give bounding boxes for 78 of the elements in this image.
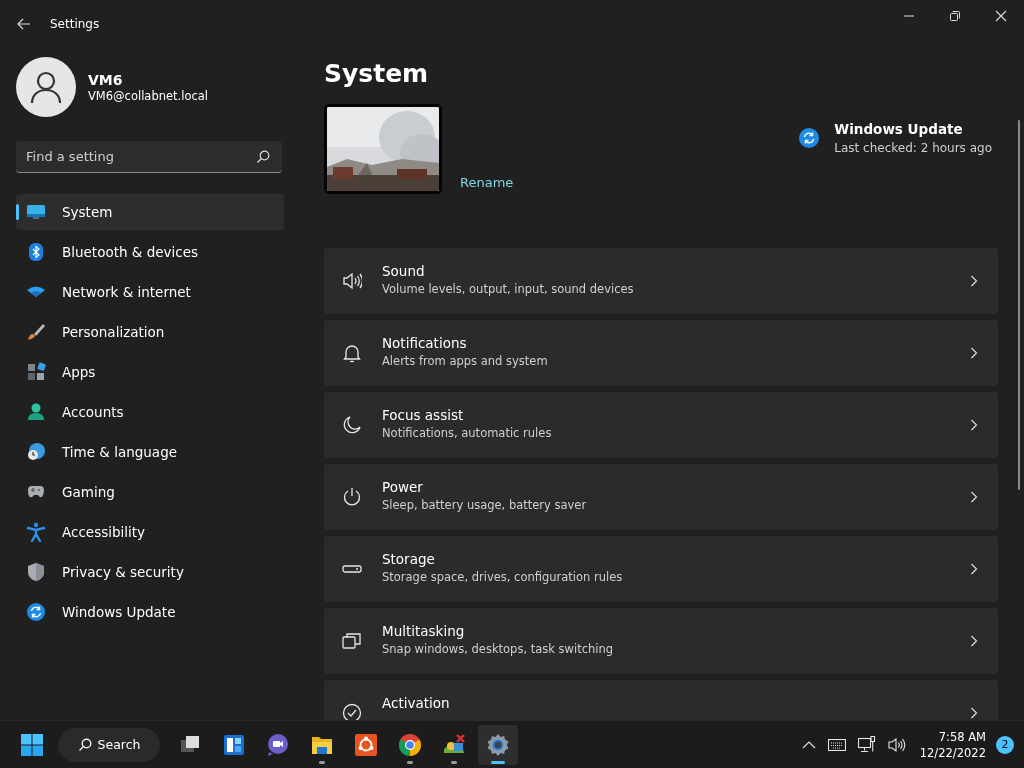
chevron-right-icon — [970, 275, 978, 287]
card-description: Sleep, battery usage, battery saver — [382, 498, 588, 512]
card-title: Multitasking — [382, 623, 466, 639]
brush-icon — [26, 322, 46, 342]
card-description: Volume levels, output, input, sound devices — [382, 282, 635, 296]
sync-icon — [26, 602, 46, 622]
card-title: Sound — [382, 263, 426, 279]
arrow-left-icon — [17, 18, 31, 30]
card-title: Storage — [382, 551, 436, 567]
close-icon — [995, 10, 1007, 22]
shield-icon — [26, 562, 46, 582]
search-field[interactable]: Find a setting — [16, 141, 282, 173]
chevron-right-icon — [970, 419, 978, 431]
bluetooth-icon — [26, 242, 46, 262]
sidebar-item[interactable]: Bluetooth & devices — [16, 234, 284, 270]
browser-icon — [398, 732, 422, 757]
card-description: Alerts from apps and system — [382, 354, 549, 368]
page-title: System — [324, 58, 430, 90]
sidebar-item[interactable]: Gaming — [16, 474, 284, 510]
rename-link[interactable]: Rename — [460, 175, 514, 190]
chevron-right-icon — [970, 707, 978, 719]
card-title: Power — [382, 479, 424, 495]
speaker-icon — [342, 271, 362, 291]
settings-card[interactable]: Activation — [324, 680, 998, 720]
restore-icon — [949, 10, 961, 22]
accessibility-icon — [26, 522, 46, 542]
sidebar-item[interactable]: Personalization — [16, 314, 284, 350]
sidebar-item[interactable]: Accessibility — [16, 514, 284, 550]
card-title: Activation — [382, 695, 451, 711]
settings-card[interactable]: Focus assist Notifications, automatic rules — [324, 392, 998, 458]
taskbar-search-button[interactable]: Search — [58, 727, 160, 762]
widgets-icon — [222, 732, 246, 757]
scrollbar[interactable] — [1018, 120, 1020, 490]
user-name: VM6 — [88, 71, 124, 88]
gear-icon — [486, 732, 510, 757]
search-icon — [256, 150, 270, 164]
window-title: Settings — [50, 17, 100, 31]
sidebar-item[interactable]: Privacy & security — [16, 554, 284, 590]
settings-card[interactable]: Notifications Alerts from apps and system — [324, 320, 998, 386]
update-title[interactable]: Windows Update — [834, 121, 992, 137]
taskbar-app-button[interactable] — [478, 724, 518, 765]
apps-icon — [26, 362, 46, 382]
person-icon — [26, 402, 46, 422]
sidebar-item[interactable]: Network & internet — [16, 274, 284, 310]
chevron-right-icon — [970, 563, 978, 575]
update-status: Last checked: 2 hours ago — [834, 141, 992, 155]
chevron-right-icon — [970, 491, 978, 503]
search-icon — [77, 737, 92, 752]
notification-badge[interactable]: 2 — [996, 735, 1014, 754]
sidebar-item[interactable]: System — [16, 194, 284, 230]
settings-card[interactable]: Multitasking Snap windows, desktops, task switching — [324, 608, 998, 674]
card-description: Notifications, automatic rules — [382, 426, 553, 440]
sidebar-item[interactable]: Time & language — [16, 434, 284, 470]
settings-card[interactable]: Storage Storage space, drives, configuration rules — [324, 536, 998, 602]
windows-logo-icon — [20, 732, 44, 757]
avatar — [16, 57, 76, 117]
card-title: Focus assist — [382, 407, 465, 423]
sync-icon — [798, 127, 821, 149]
clock[interactable]: 7:58 AM 12/22/2022 — [913, 728, 992, 761]
globe-clock-icon — [26, 442, 46, 462]
power-icon — [342, 487, 362, 507]
sidebar-item[interactable]: Windows Update — [16, 594, 284, 630]
windows-stack-icon — [342, 631, 362, 651]
bell-icon — [342, 343, 362, 363]
card-title: Notifications — [382, 335, 468, 351]
sidebar-item[interactable]: Apps — [16, 354, 284, 390]
sidebar-item[interactable]: Accounts — [16, 394, 284, 430]
chevron-right-icon — [970, 635, 978, 647]
monitor-icon — [26, 202, 46, 222]
card-description: Snap windows, desktops, task switching — [382, 642, 615, 656]
settings-card[interactable]: Sound Volume levels, output, input, sound devices — [324, 248, 998, 314]
card-description: Storage space, drives, configuration rules — [382, 570, 624, 584]
circle-of-friends-icon — [354, 732, 378, 757]
settings-card[interactable]: Power Sleep, battery usage, battery saver — [324, 464, 998, 530]
user-email: VM6@collabnet.local — [88, 88, 209, 103]
chevron-right-icon — [970, 347, 978, 359]
video-chat-icon — [266, 732, 290, 757]
moon-icon — [342, 415, 362, 435]
